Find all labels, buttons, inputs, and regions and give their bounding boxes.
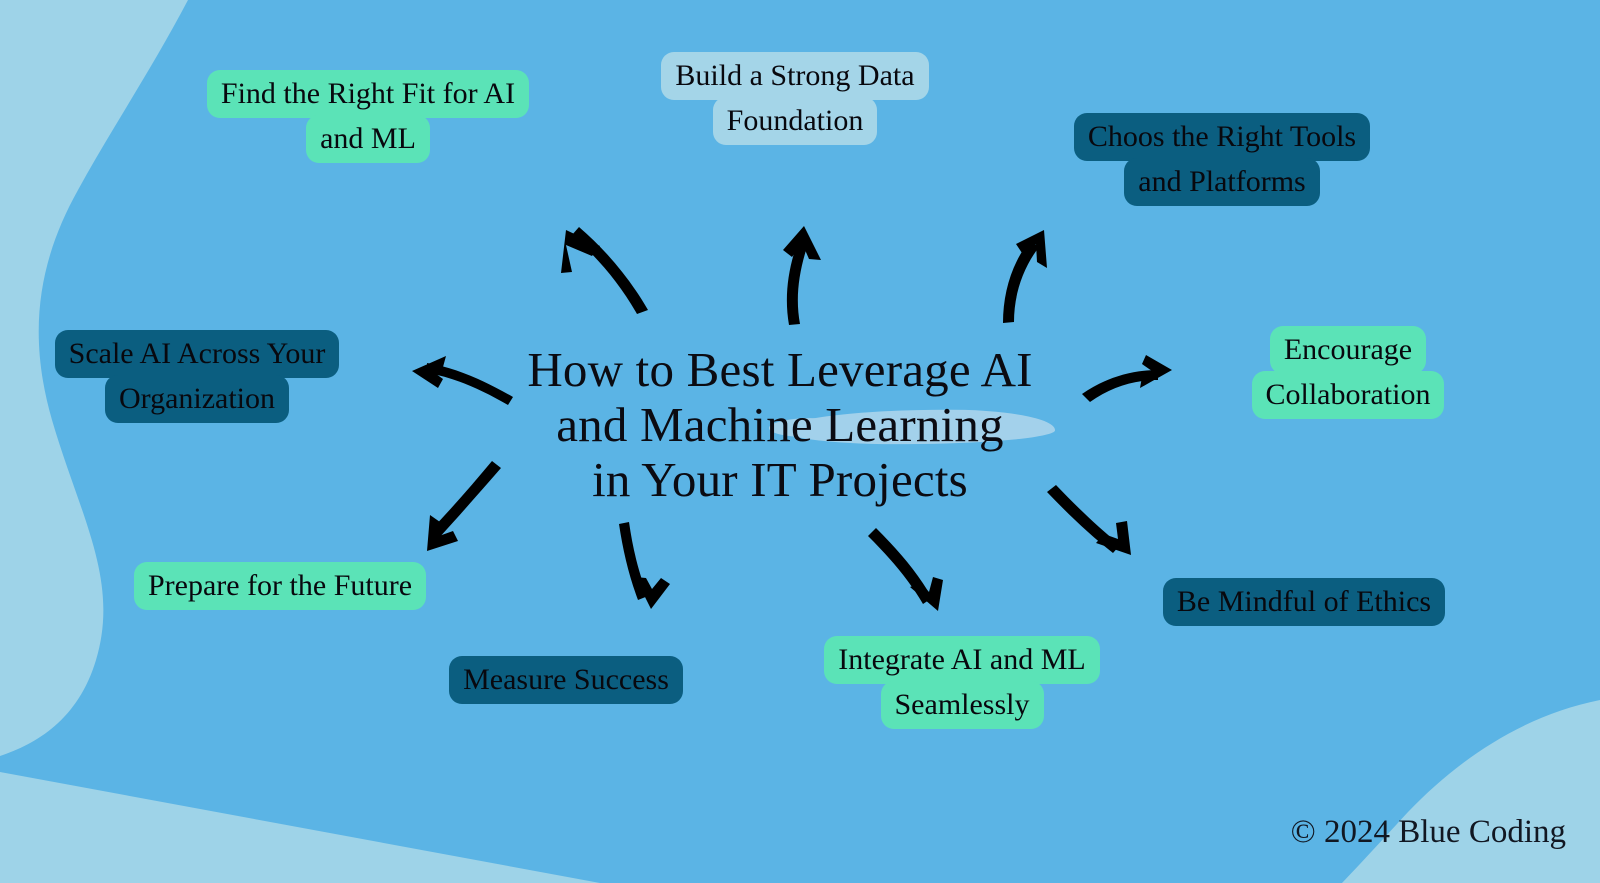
center-title-line-3: in Your IT Projects: [592, 452, 968, 507]
node-be-mindful-of-ethics-line-1: Be Mindful of Ethics: [1162, 578, 1446, 626]
node-find-the-right-fit-line-1: Find the Right Fit for AI: [206, 70, 530, 118]
node-encourage-collaboration[interactable]: Encourage Collaboration: [1240, 326, 1456, 419]
node-scale-ai-across-your-organization[interactable]: Scale AI Across Your Organization: [40, 330, 354, 423]
node-build-a-strong-data-foundation-line-2: Foundation: [712, 97, 878, 145]
node-choose-the-right-tools-line-2: and Platforms: [1124, 158, 1320, 206]
copyright-credit: © 2024 Blue Coding: [1290, 814, 1566, 850]
center-title-line-1: How to Best Leverage AI: [527, 342, 1033, 397]
node-encourage-collaboration-line-2: Collaboration: [1251, 371, 1445, 419]
node-integrate-ai-and-ml-line-1: Integrate AI and ML: [824, 636, 1100, 684]
node-integrate-ai-and-ml-line-2: Seamlessly: [880, 681, 1044, 729]
node-find-the-right-fit[interactable]: Find the Right Fit for AI and ML: [192, 70, 544, 163]
node-choose-the-right-tools-line-1: Choos the Right Tools: [1073, 113, 1371, 161]
node-choose-the-right-tools[interactable]: Choos the Right Tools and Platforms: [1058, 113, 1386, 206]
node-scale-ai-across-your-organization-line-2: Organization: [104, 375, 290, 423]
node-measure-success-line-1: Measure Success: [449, 656, 683, 704]
node-prepare-for-the-future[interactable]: Prepare for the Future: [114, 562, 446, 610]
node-scale-ai-across-your-organization-line-1: Scale AI Across Your: [54, 330, 340, 378]
node-find-the-right-fit-line-2: and ML: [306, 115, 430, 163]
node-encourage-collaboration-line-1: Encourage: [1269, 326, 1427, 374]
node-integrate-ai-and-ml[interactable]: Integrate AI and ML Seamlessly: [812, 636, 1112, 729]
node-build-a-strong-data-foundation[interactable]: Build a Strong Data Foundation: [644, 52, 946, 145]
node-be-mindful-of-ethics[interactable]: Be Mindful of Ethics: [1156, 578, 1452, 626]
infographic-canvas: How to Best Leverage AI and Machine Lear…: [0, 0, 1600, 883]
node-measure-success[interactable]: Measure Success: [436, 656, 696, 704]
node-build-a-strong-data-foundation-line-1: Build a Strong Data: [661, 52, 929, 100]
center-title: How to Best Leverage AI and Machine Lear…: [500, 342, 1060, 507]
center-title-line-2: and Machine Learning: [556, 397, 1004, 452]
node-prepare-for-the-future-line-1: Prepare for the Future: [133, 562, 427, 610]
